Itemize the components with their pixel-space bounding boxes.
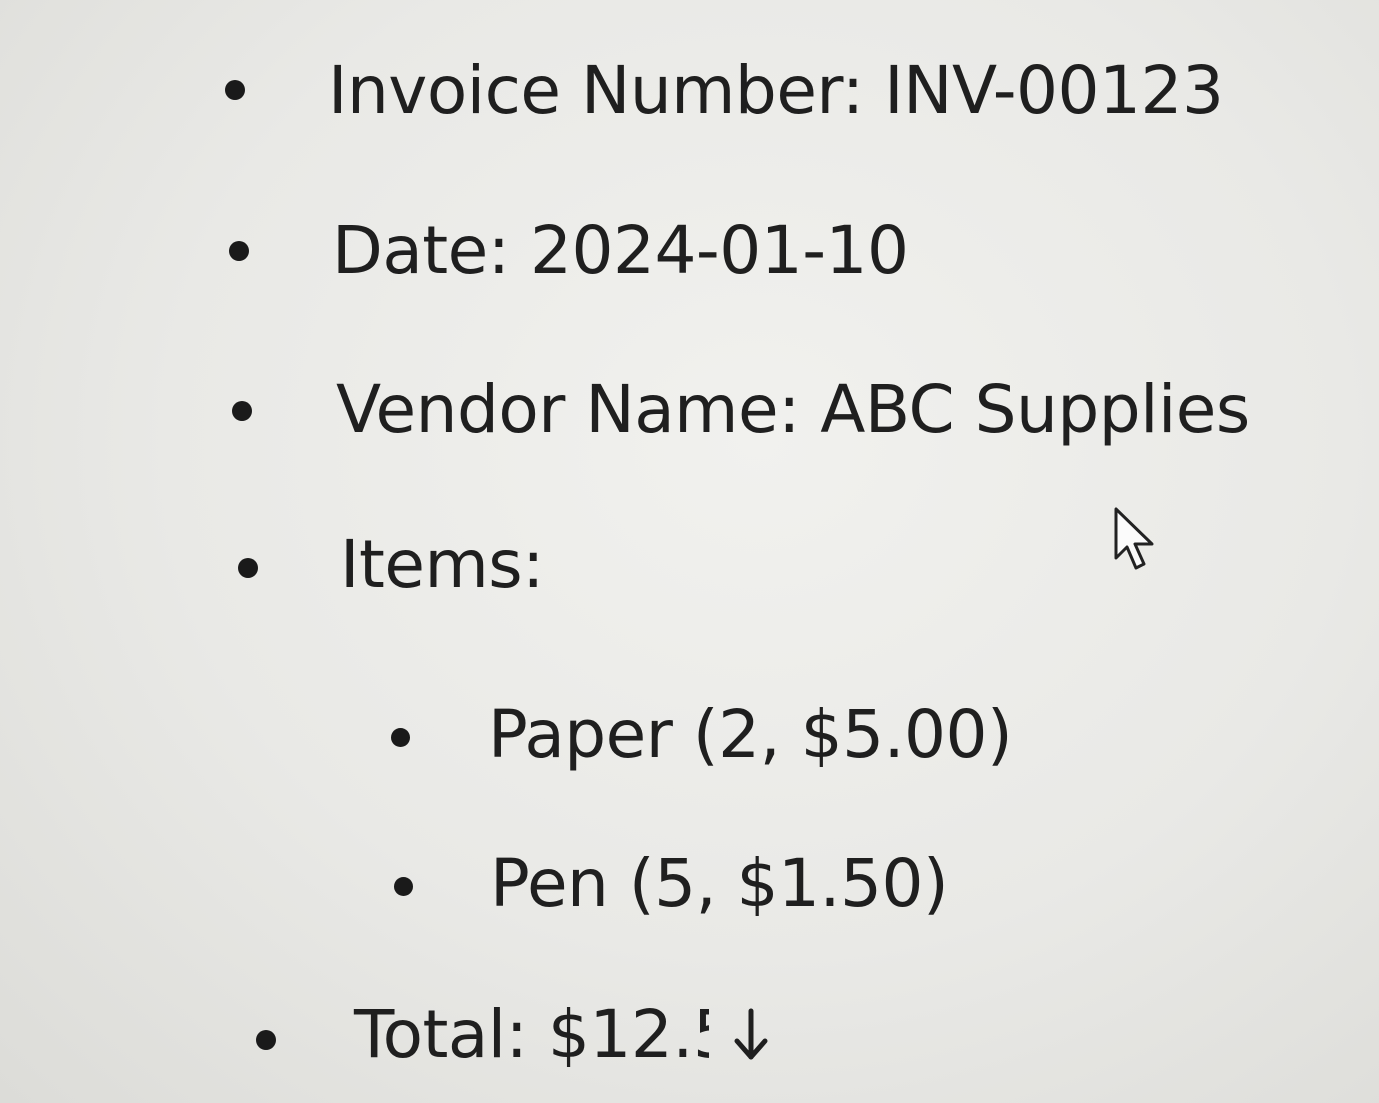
invoice-total: Total: $12.5 [354,1002,769,1068]
invoice-date: Date: 2024-01-10 [332,218,909,284]
vendor-name: Vendor Name: ABC Supplies [336,377,1250,443]
total-partial-digit: 5 [693,1002,709,1068]
sub-list-bullet [391,728,410,747]
list-bullet [229,241,249,261]
list-bullet [256,1030,276,1050]
vendor-name-text: Vendor Name: ABC Supplies [336,371,1250,448]
total-text: Total: $12. [354,996,693,1073]
invoice-date-text: Date: 2024-01-10 [332,212,909,289]
sub-list-bullet [394,877,413,896]
item-pen-text: Pen (5, $1.50) [490,845,949,922]
items-heading-text: Items: [340,526,544,603]
document-view: Invoice Number: INV-00123 Date: 2024-01-… [0,0,1379,1103]
list-item: Paper (2, $5.00) [488,696,1013,773]
list-bullet [232,401,252,421]
items-heading: Items: [340,532,544,598]
arrow-down-icon[interactable] [733,1007,769,1063]
mouse-pointer-icon [1114,507,1154,570]
list-bullet [225,80,245,100]
list-item: Pen (5, $1.50) [490,845,949,922]
list-bullet [238,558,258,578]
item-paper-text: Paper (2, $5.00) [488,696,1013,773]
invoice-number-text: Invoice Number: INV-00123 [328,52,1224,129]
invoice-number: Invoice Number: INV-00123 [328,58,1224,124]
